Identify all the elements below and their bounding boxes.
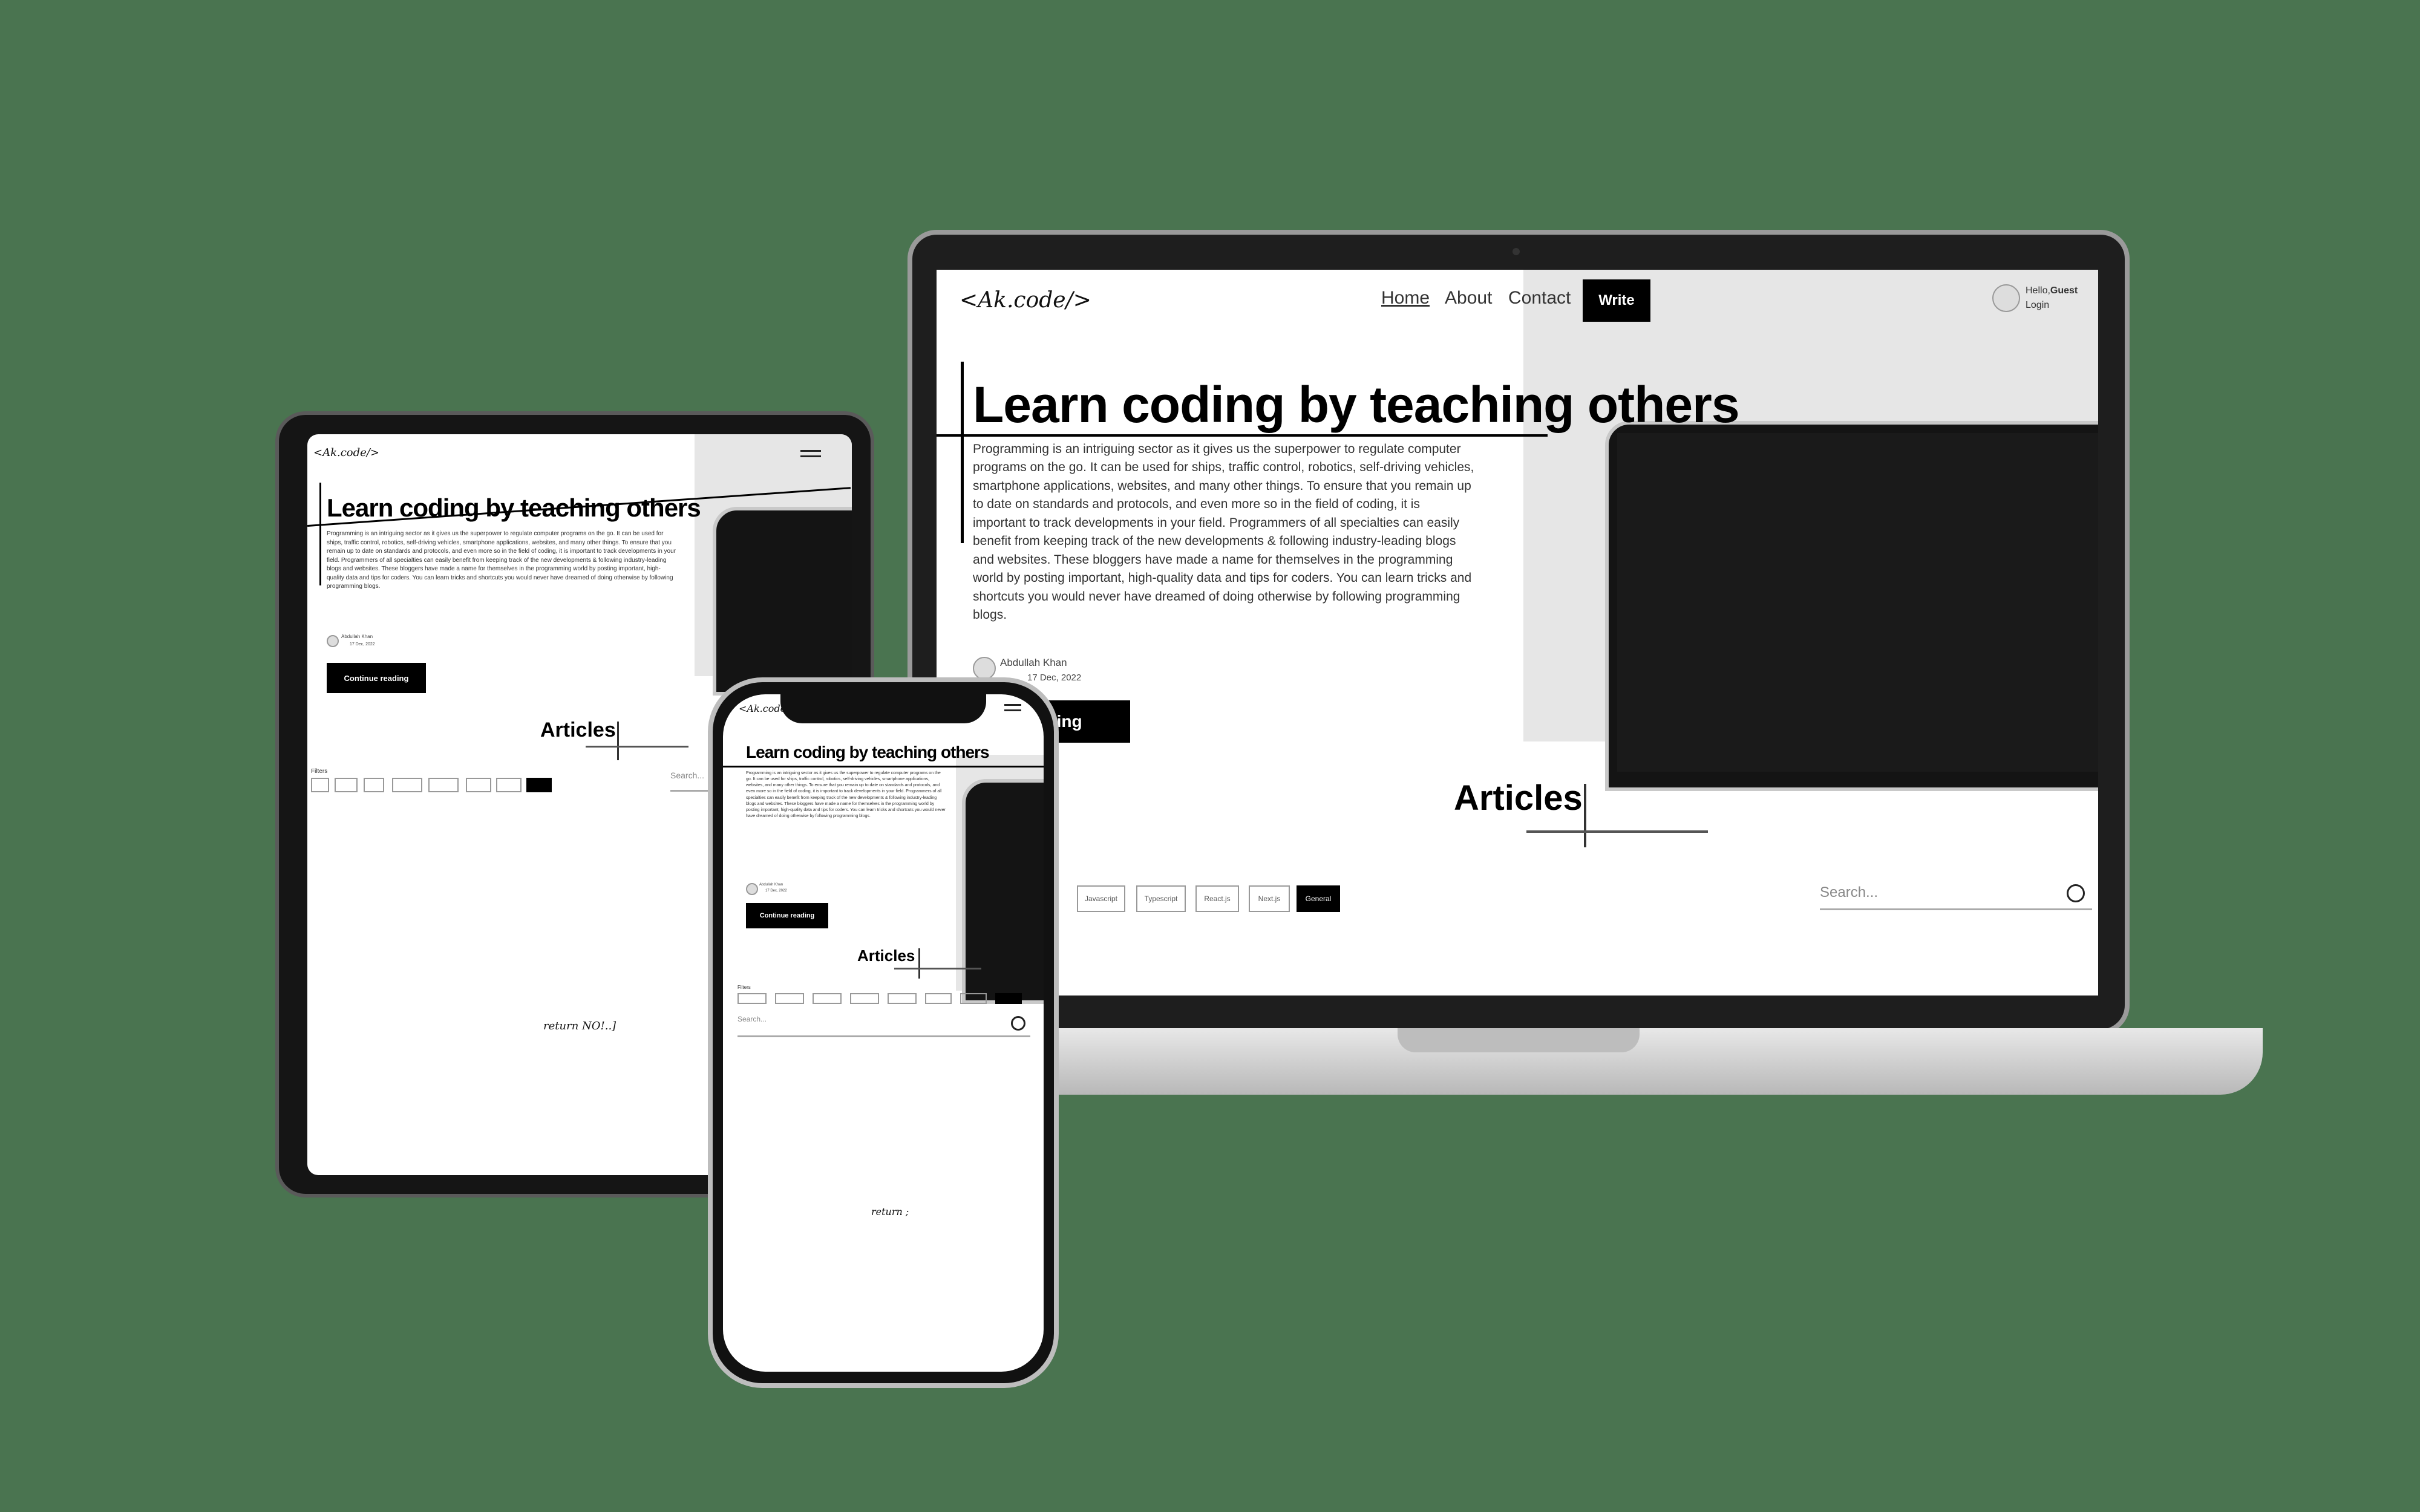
tablet-filter-chip-typescript[interactable] — [428, 778, 459, 792]
tablet-continue-reading-button[interactable]: Continue reading — [327, 663, 426, 693]
phone-hero-accent-horizontal — [723, 766, 1044, 767]
search-input[interactable]: Search... — [1820, 884, 2092, 910]
tablet-filter-chip-nextjs[interactable] — [496, 778, 522, 792]
tablet-articles-heading: Articles — [540, 719, 616, 741]
phone-hero-title: Learn coding by teaching others — [746, 743, 990, 761]
phone-articles-accent-vertical — [918, 948, 920, 979]
tablet-hero-image — [695, 434, 852, 696]
tablet-author-avatar-icon — [327, 635, 339, 647]
tablet-filter-chip-javascript[interactable] — [392, 778, 422, 792]
tablet-filter-chip-2[interactable] — [335, 778, 358, 792]
nav-about[interactable]: About — [1445, 288, 1492, 308]
phone-author-name: Abdullah Khan — [759, 883, 783, 887]
articles-heading: Articles — [1454, 778, 1583, 818]
phone-search-icon[interactable] — [1011, 1016, 1025, 1031]
nav-contact[interactable]: Contact — [1508, 288, 1571, 308]
write-button[interactable]: Write — [1583, 279, 1650, 322]
phone-hero-image — [956, 755, 1044, 1004]
phone-filters-label: Filters — [737, 985, 751, 990]
phone-screen: <Ak.code/> Learn coding by teaching othe… — [723, 694, 1044, 1372]
tablet-filter-chip-1[interactable] — [311, 778, 329, 792]
phone-filter-chip-1[interactable] — [737, 993, 767, 1004]
tablet-articles-accent-horizontal — [586, 746, 688, 748]
tablet-author-name: Abdullah Khan — [341, 634, 373, 639]
phone-post-date: 17 Dec, 2022 — [765, 889, 787, 893]
phone-filter-chip-javascript[interactable] — [850, 993, 879, 1004]
hero-image — [1523, 270, 2098, 791]
phone-footer-text: return ; — [871, 1206, 909, 1217]
filter-chip-general[interactable]: General — [1297, 885, 1340, 912]
tablet-hero-body: Programming is an intriguing sector as i… — [327, 530, 676, 590]
phone-continue-reading-button[interactable]: Continue reading — [746, 903, 828, 928]
hero-accent-vertical — [961, 362, 964, 543]
tablet-filter-chip-reactjs[interactable] — [466, 778, 491, 792]
filter-chip-reactjs[interactable]: React.js — [1195, 885, 1239, 912]
tablet-hero-title: Learn coding by teaching others — [327, 494, 701, 522]
phone-filter-chip-reactjs[interactable] — [925, 993, 952, 1004]
hero-body: Programming is an intriguing sector as i… — [973, 442, 1474, 622]
phone-search-input[interactable]: Search... — [737, 1015, 1030, 1037]
phone-notch — [780, 694, 986, 723]
phone-filter-chip-general[interactable] — [995, 993, 1022, 1004]
articles-accent-vertical — [1584, 784, 1586, 847]
tablet-post-date: 17 Dec, 2022 — [350, 642, 375, 647]
author-name: Abdullah Khan — [1000, 657, 1067, 668]
tablet-logo[interactable]: <Ak.code/> — [313, 446, 379, 459]
hero-accent-horizontal — [937, 434, 1548, 437]
tablet-filter-chip-3[interactable] — [364, 778, 384, 792]
hero-title: Learn coding by teaching others — [973, 376, 1740, 433]
laptop-base-notch — [1398, 1028, 1640, 1052]
phone-articles-heading: Articles — [857, 947, 915, 965]
author-avatar-icon — [973, 657, 996, 680]
phone-author-avatar-icon — [746, 883, 758, 895]
articles-accent-horizontal — [1526, 830, 1708, 833]
tablet-articles-accent-vertical — [617, 722, 619, 760]
tablet-hero-accent-vertical — [319, 483, 321, 585]
phone-filter-chip-nextjs[interactable] — [960, 993, 987, 1004]
search-icon[interactable] — [2067, 884, 2085, 902]
tablet-filters-label: Filters — [311, 768, 328, 775]
tablet-filter-chip-general[interactable] — [526, 778, 552, 792]
phone-articles-accent-horizontal — [894, 968, 981, 969]
phone-filter-chip-typescript[interactable] — [888, 993, 917, 1004]
login-link[interactable]: Login — [2026, 300, 2049, 311]
filter-chip-typescript[interactable]: Typescript — [1136, 885, 1186, 912]
phone-hero-body: Programming is an intriguing sector as i… — [746, 771, 946, 818]
phone-filter-chip-3[interactable] — [813, 993, 842, 1004]
laptop-camera — [1512, 248, 1520, 255]
post-date: 17 Dec, 2022 — [1027, 673, 1082, 683]
laptop-screen: <Ak.code/> Home About Contact Write Hell… — [937, 270, 2098, 996]
filter-chip-javascript[interactable]: Javascript — [1077, 885, 1125, 912]
filter-chip-nextjs[interactable]: Next.js — [1249, 885, 1290, 912]
phone-filter-chip-2[interactable] — [775, 993, 804, 1004]
user-greeting: Hello,Guest — [2026, 285, 2078, 296]
tablet-menu-icon[interactable] — [800, 450, 821, 461]
tablet-footer-text: return NO!..] — [543, 1020, 616, 1032]
nav-home[interactable]: Home — [1381, 288, 1430, 308]
site-logo[interactable]: <Ak.code/> — [960, 288, 1091, 313]
phone-menu-icon[interactable] — [1004, 704, 1021, 715]
user-avatar-icon[interactable] — [1992, 284, 2020, 312]
